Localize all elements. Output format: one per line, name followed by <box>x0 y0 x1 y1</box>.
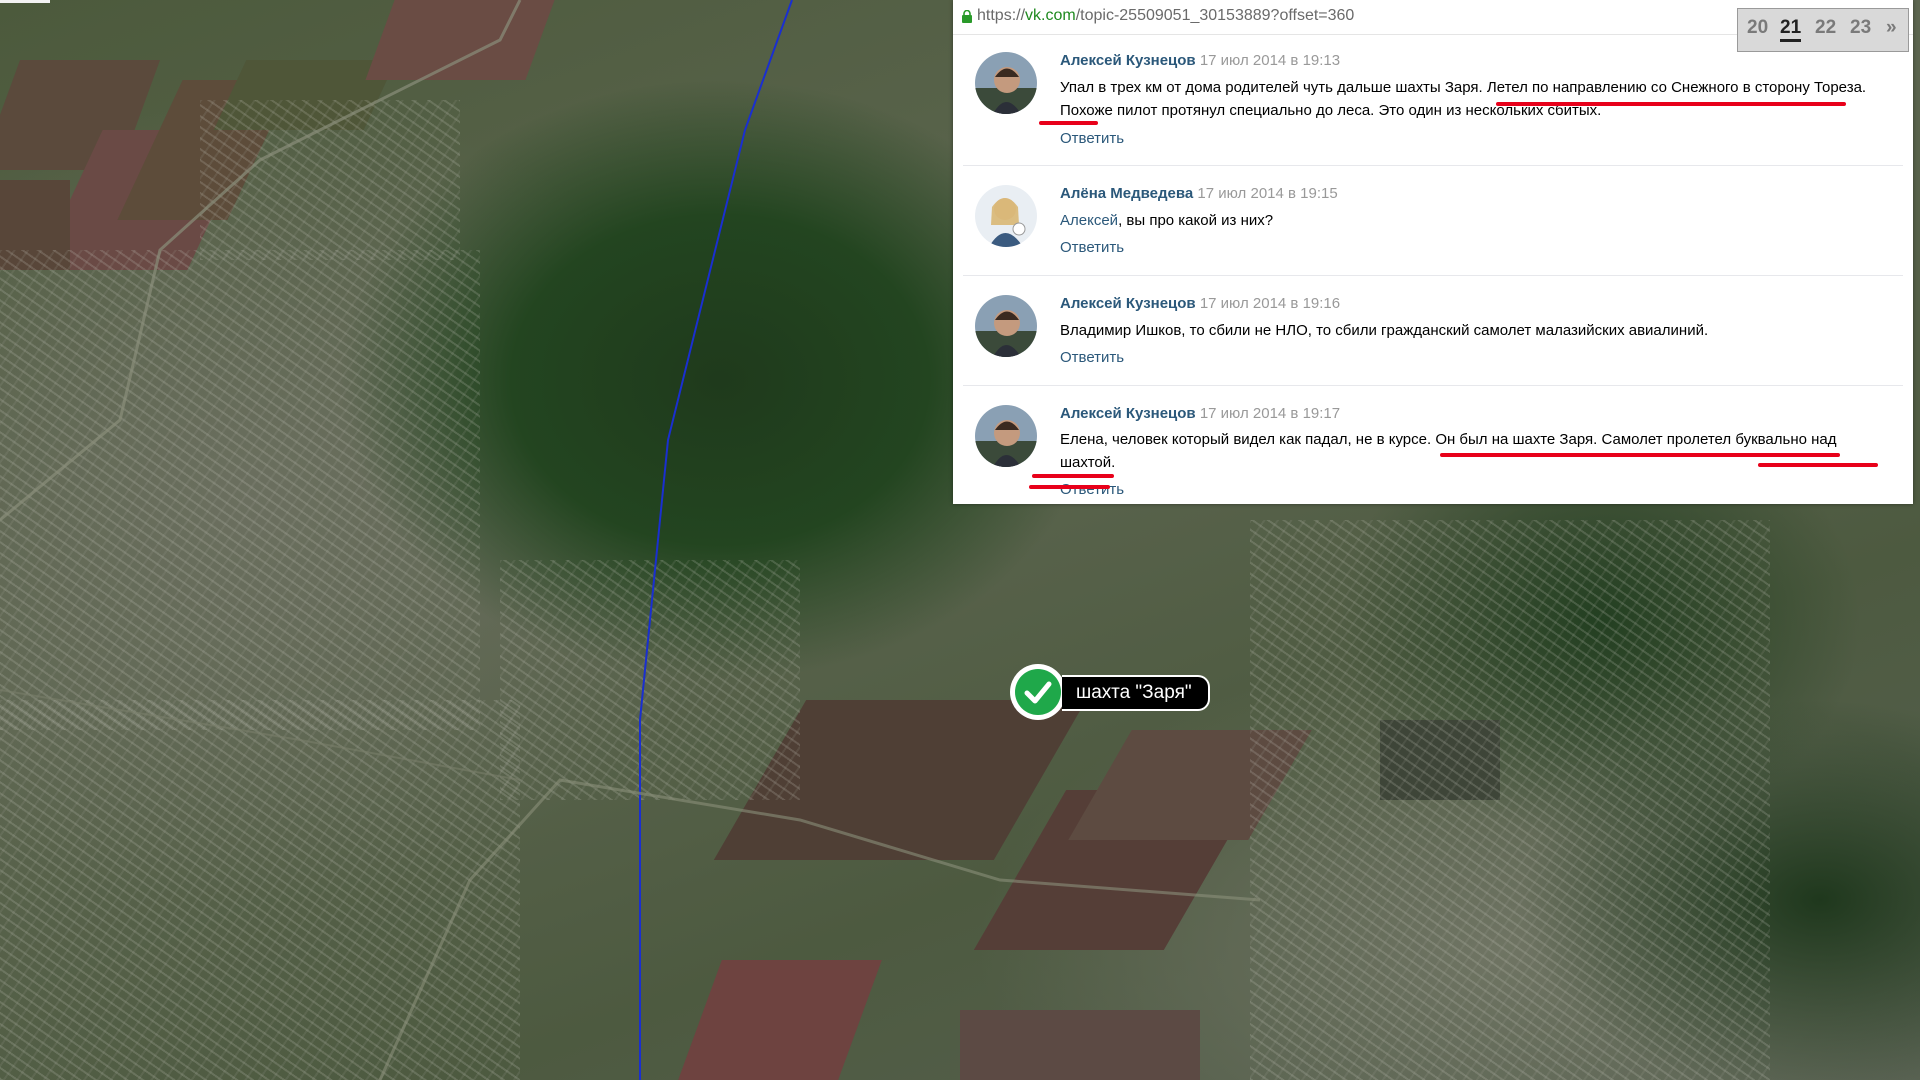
comment-author[interactable]: Алексей Кузнецов 17 июл 2014 в 19:13 <box>1060 52 1340 69</box>
comment-text: Упал в трех км от дома родителей чуть да… <box>1060 79 1867 119</box>
page-link-22[interactable]: 22 <box>1815 17 1836 39</box>
highlight-underline <box>1440 453 1840 457</box>
lock-icon <box>962 10 972 23</box>
reply-link[interactable]: Ответить <box>1060 239 1124 256</box>
reply-link[interactable]: Ответить <box>1060 349 1124 366</box>
comment-text: Елена, человек который видел как падал, … <box>1060 431 1837 471</box>
highlight-underline <box>1039 121 1098 125</box>
reply-link[interactable]: Ответить <box>1060 130 1124 147</box>
avatar[interactable] <box>975 295 1037 357</box>
placemark-label: шахта "Заря" <box>1062 675 1210 711</box>
flight-track-line <box>639 0 793 1080</box>
road <box>378 778 1261 1080</box>
highlight-underline <box>1758 463 1878 467</box>
comment-date[interactable]: 17 июл 2014 в 19:17 <box>1200 405 1340 422</box>
page-link-20[interactable]: 20 <box>1747 17 1768 39</box>
comment-item: Алексей Кузнецов 17 июл 2014 в 19:16 Вла… <box>963 276 1903 386</box>
road <box>0 689 521 781</box>
comment-author[interactable]: Алексей Кузнецов 17 июл 2014 в 19:17 <box>1060 405 1340 422</box>
comment-item: Алексей Кузнецов 17 июл 2014 в 19:13 Упа… <box>963 34 1903 166</box>
placemark-pin[interactable] <box>1010 664 1066 720</box>
comment-author[interactable]: Алёна Медведева 17 июл 2014 в 19:15 <box>1060 185 1338 202</box>
comment-date[interactable]: 17 июл 2014 в 19:16 <box>1200 295 1340 312</box>
comment-author[interactable]: Алексей Кузнецов 17 июл 2014 в 19:16 <box>1060 295 1340 312</box>
page-link-23[interactable]: 23 <box>1850 17 1871 39</box>
checkmark-icon <box>1015 669 1061 715</box>
mention-link[interactable]: Алексей <box>1060 212 1118 229</box>
next-page-arrow[interactable]: » <box>1886 17 1897 39</box>
comment-text: Владимир Ишков, то сбили не НЛО, то сбил… <box>1060 322 1709 339</box>
comment-text: Алексей, вы про какой из них? <box>1060 212 1274 229</box>
avatar[interactable] <box>975 185 1037 247</box>
highlight-underline <box>1496 102 1846 106</box>
comment-date[interactable]: 17 июл 2014 в 19:13 <box>1200 52 1340 69</box>
comment-item: Алёна Медведева 17 июл 2014 в 19:15 Алек… <box>963 166 1903 276</box>
window-corner <box>0 0 50 3</box>
reply-link[interactable]: Ответить <box>1060 481 1124 498</box>
avatar[interactable] <box>975 405 1037 467</box>
pagination: 20 21 22 23 » <box>1737 8 1909 52</box>
avatar[interactable] <box>975 52 1037 114</box>
road <box>0 0 522 522</box>
highlight-underline <box>1032 474 1114 478</box>
vk-comments-panel: https://vk.com/topic-25509051_30153889?o… <box>953 0 1913 504</box>
comment-date[interactable]: 17 июл 2014 в 19:15 <box>1197 185 1337 202</box>
url-text: https://vk.com/topic-25509051_30153889?o… <box>977 7 1355 24</box>
highlight-underline <box>1029 485 1110 489</box>
page-current-21: 21 <box>1780 17 1802 42</box>
